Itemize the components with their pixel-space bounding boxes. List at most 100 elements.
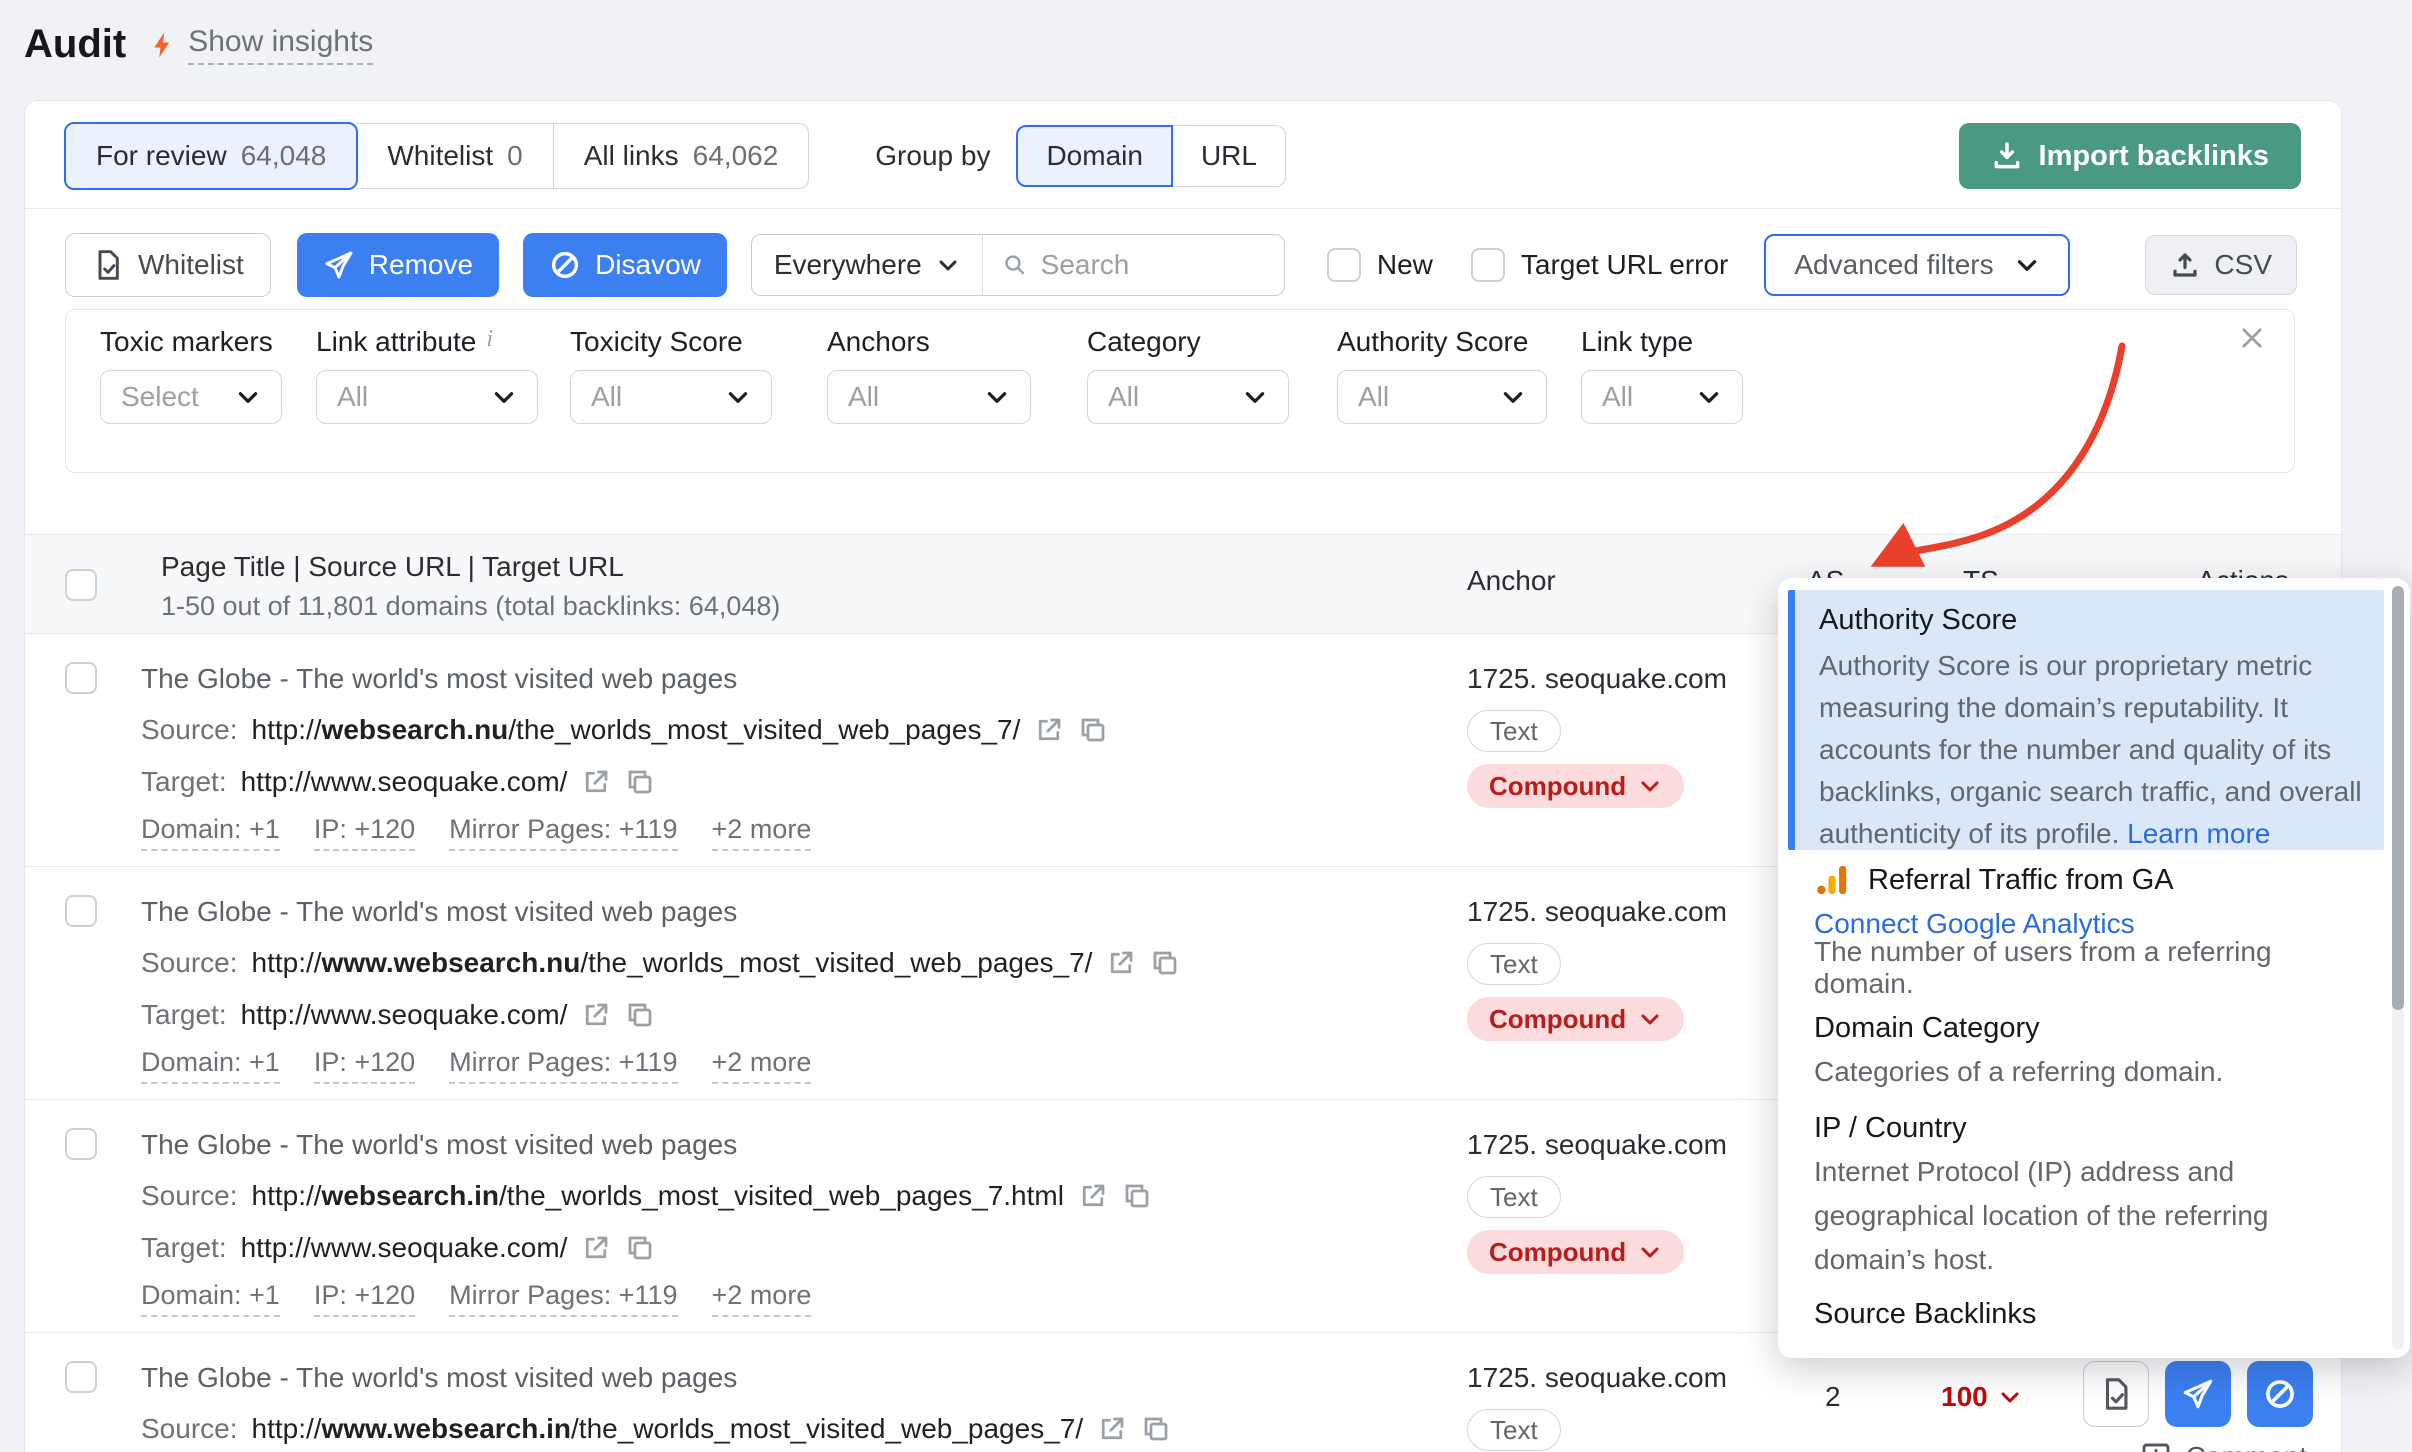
ip-tag[interactable]: IP: +120 (314, 1047, 415, 1084)
toxicity-score-select[interactable]: All (570, 370, 772, 424)
link-type-select[interactable]: All (1581, 370, 1743, 424)
target-url-error-checkbox[interactable]: Target URL error (1471, 248, 1728, 282)
advanced-filters-button[interactable]: Advanced filters (1764, 234, 2069, 296)
domain-tag[interactable]: Domain: +1 (141, 1280, 280, 1317)
copy-icon[interactable] (1122, 1181, 1152, 1211)
external-link-icon[interactable] (1097, 1414, 1127, 1444)
whitelist-button-label: Whitelist (138, 249, 244, 281)
copy-icon[interactable] (625, 1233, 655, 1263)
target-label: Target: (141, 999, 227, 1031)
mirror-pages-tag[interactable]: Mirror Pages: +119 (449, 1280, 677, 1317)
anchor-type-badge[interactable]: Compound (1467, 997, 1684, 1041)
row-main: The Globe - The world's most visited web… (141, 887, 1180, 1089)
row-disavow-button[interactable] (2247, 1361, 2313, 1427)
new-checkbox-label: New (1377, 249, 1433, 281)
tooltip-section-title: Authority Score (1819, 604, 2364, 637)
tooltip-section-body: The number of users from a referring dom… (1814, 946, 2366, 990)
row-checkbox[interactable] (65, 895, 97, 927)
disavow-button-label: Disavow (595, 249, 701, 281)
anchor-type-badge[interactable]: Compound (1467, 1230, 1684, 1274)
divider (25, 208, 2341, 209)
remove-button-label: Remove (369, 249, 473, 281)
row-checkbox[interactable] (65, 1128, 97, 1160)
row-checkbox[interactable] (65, 1361, 97, 1393)
copy-icon[interactable] (1078, 715, 1108, 745)
toxic-markers-select[interactable]: Select (100, 370, 282, 424)
mirror-pages-tag[interactable]: Mirror Pages: +119 (449, 1047, 677, 1084)
external-link-icon[interactable] (1078, 1181, 1108, 1211)
no-entry-icon (2263, 1377, 2297, 1411)
tooltip-section-body: Categories of a referring domain. (1814, 1050, 2366, 1094)
chevron-down-icon (491, 384, 517, 410)
disavow-button[interactable]: Disavow (523, 233, 727, 297)
learn-more-link[interactable]: Learn more (2127, 818, 2270, 849)
copy-icon[interactable] (625, 1000, 655, 1030)
column-header-anchor: Anchor (1467, 565, 1556, 597)
filter-panel-close-button[interactable] (2238, 324, 2266, 352)
tooltip-scrollbar-thumb[interactable] (2392, 586, 2404, 1010)
ip-tag[interactable]: IP: +120 (314, 1280, 415, 1317)
more-tag[interactable]: +2 more (712, 1047, 812, 1084)
filter-value: All (1602, 381, 1633, 413)
info-icon[interactable]: i (486, 326, 493, 358)
category-select[interactable]: All (1087, 370, 1289, 424)
tooltip-section-title: IP / Country (1814, 1106, 2366, 1150)
group-by-url[interactable]: URL (1173, 125, 1286, 187)
show-insights-link[interactable]: Show insights (148, 25, 373, 65)
authority-score-select[interactable]: All (1337, 370, 1547, 424)
export-csv-button[interactable]: CSV (2145, 235, 2297, 295)
target-url: http://www.seoquake.com/ (241, 1232, 568, 1264)
external-link-icon[interactable] (581, 1000, 611, 1030)
external-link-icon[interactable] (581, 1233, 611, 1263)
anchor-text: 1725. seoquake.com (1467, 656, 1727, 702)
filter-value: All (848, 381, 879, 413)
remove-button[interactable]: Remove (297, 233, 499, 297)
row-actions (2083, 1361, 2313, 1427)
ts-number: 100 (1941, 1381, 1988, 1413)
mirror-pages-tag[interactable]: Mirror Pages: +119 (449, 814, 677, 851)
search-control: Everywhere (751, 234, 1285, 296)
tooltip-section-title: Referral Traffic from GA (1868, 864, 2174, 897)
advanced-filters-label: Advanced filters (1794, 249, 1993, 281)
domain-tag[interactable]: Domain: +1 (141, 1047, 280, 1084)
external-link-icon[interactable] (581, 767, 611, 797)
copy-icon[interactable] (625, 767, 655, 797)
row-comment-button[interactable]: Comment (2140, 1441, 2307, 1452)
new-checkbox[interactable]: New (1327, 248, 1433, 282)
toolbar: Whitelist Remove Disavow Everywhere New (65, 232, 2297, 298)
whitelist-button[interactable]: Whitelist (65, 233, 271, 297)
paper-plane-icon (323, 249, 355, 281)
target-url: http://www.seoquake.com/ (241, 999, 568, 1031)
tab-whitelist[interactable]: Whitelist 0 (357, 123, 553, 189)
row-whitelist-button[interactable] (2083, 1361, 2149, 1427)
source-label: Source: (141, 1413, 238, 1445)
anchor-type-badge[interactable]: Compound (1467, 764, 1684, 808)
search-scope-dropdown[interactable]: Everywhere (752, 235, 983, 295)
page-title-text: The Globe - The world's most visited web… (141, 1353, 1171, 1403)
source-url-line: Source: http://www.websearch.in/the_worl… (141, 1403, 1171, 1452)
chevron-down-icon (936, 253, 960, 277)
row-remove-button[interactable] (2165, 1361, 2231, 1427)
tab-for-review[interactable]: For review 64,048 (64, 122, 358, 190)
checkbox-box[interactable] (1471, 248, 1505, 282)
domain-tag[interactable]: Domain: +1 (141, 814, 280, 851)
row-main: The Globe - The world's most visited web… (141, 1353, 1171, 1452)
external-link-icon[interactable] (1106, 948, 1136, 978)
group-by-domain[interactable]: Domain (1016, 125, 1172, 187)
link-attribute-select[interactable]: All (316, 370, 538, 424)
external-link-icon[interactable] (1034, 715, 1064, 745)
authority-score-value: 2 (1825, 1381, 1841, 1413)
more-tag[interactable]: +2 more (712, 1280, 812, 1317)
ip-tag[interactable]: IP: +120 (314, 814, 415, 851)
checkbox-box[interactable] (1327, 248, 1361, 282)
search-input[interactable] (1041, 249, 1264, 281)
more-tag[interactable]: +2 more (712, 814, 812, 851)
row-checkbox[interactable] (65, 662, 97, 694)
tab-all-links[interactable]: All links 64,062 (554, 123, 810, 189)
copy-icon[interactable] (1141, 1414, 1171, 1444)
toxicity-score-value[interactable]: 100 (1941, 1381, 2022, 1413)
copy-icon[interactable] (1150, 948, 1180, 978)
anchors-select[interactable]: All (827, 370, 1031, 424)
import-backlinks-button[interactable]: Import backlinks (1959, 123, 2301, 189)
select-all-checkbox[interactable] (65, 569, 97, 601)
